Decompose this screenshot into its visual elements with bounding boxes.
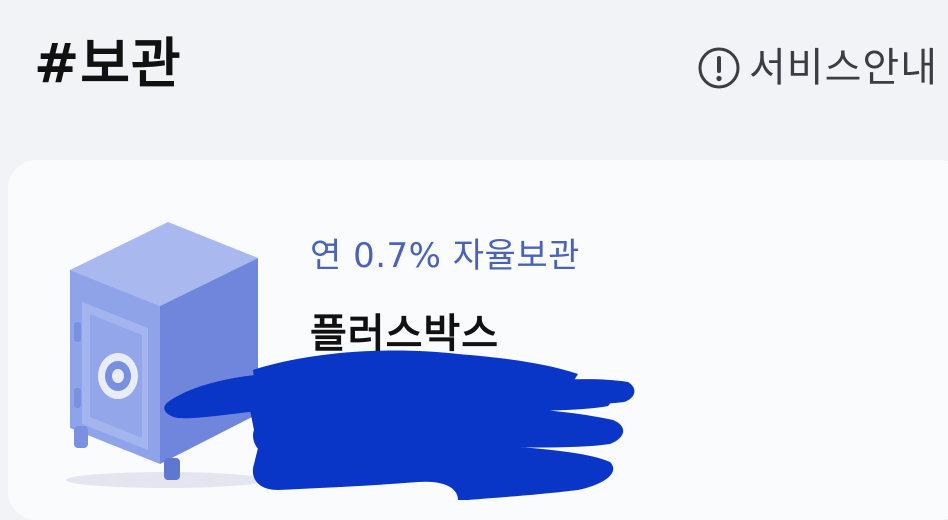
product-card[interactable]: 연 0.7% 자율보관 플러스박스 bbox=[8, 160, 948, 520]
product-subtitle: 연 0.7% 자율보관 bbox=[310, 236, 580, 276]
redaction-scribble bbox=[164, 350, 635, 500]
page-title: #보관 bbox=[34, 32, 182, 95]
header: #보관 서비스안내 bbox=[0, 0, 948, 140]
service-info-button[interactable]: 서비스안내 bbox=[697, 40, 938, 96]
service-info-label: 서비스안내 bbox=[749, 45, 938, 91]
exclamation-circle-icon bbox=[698, 47, 740, 89]
